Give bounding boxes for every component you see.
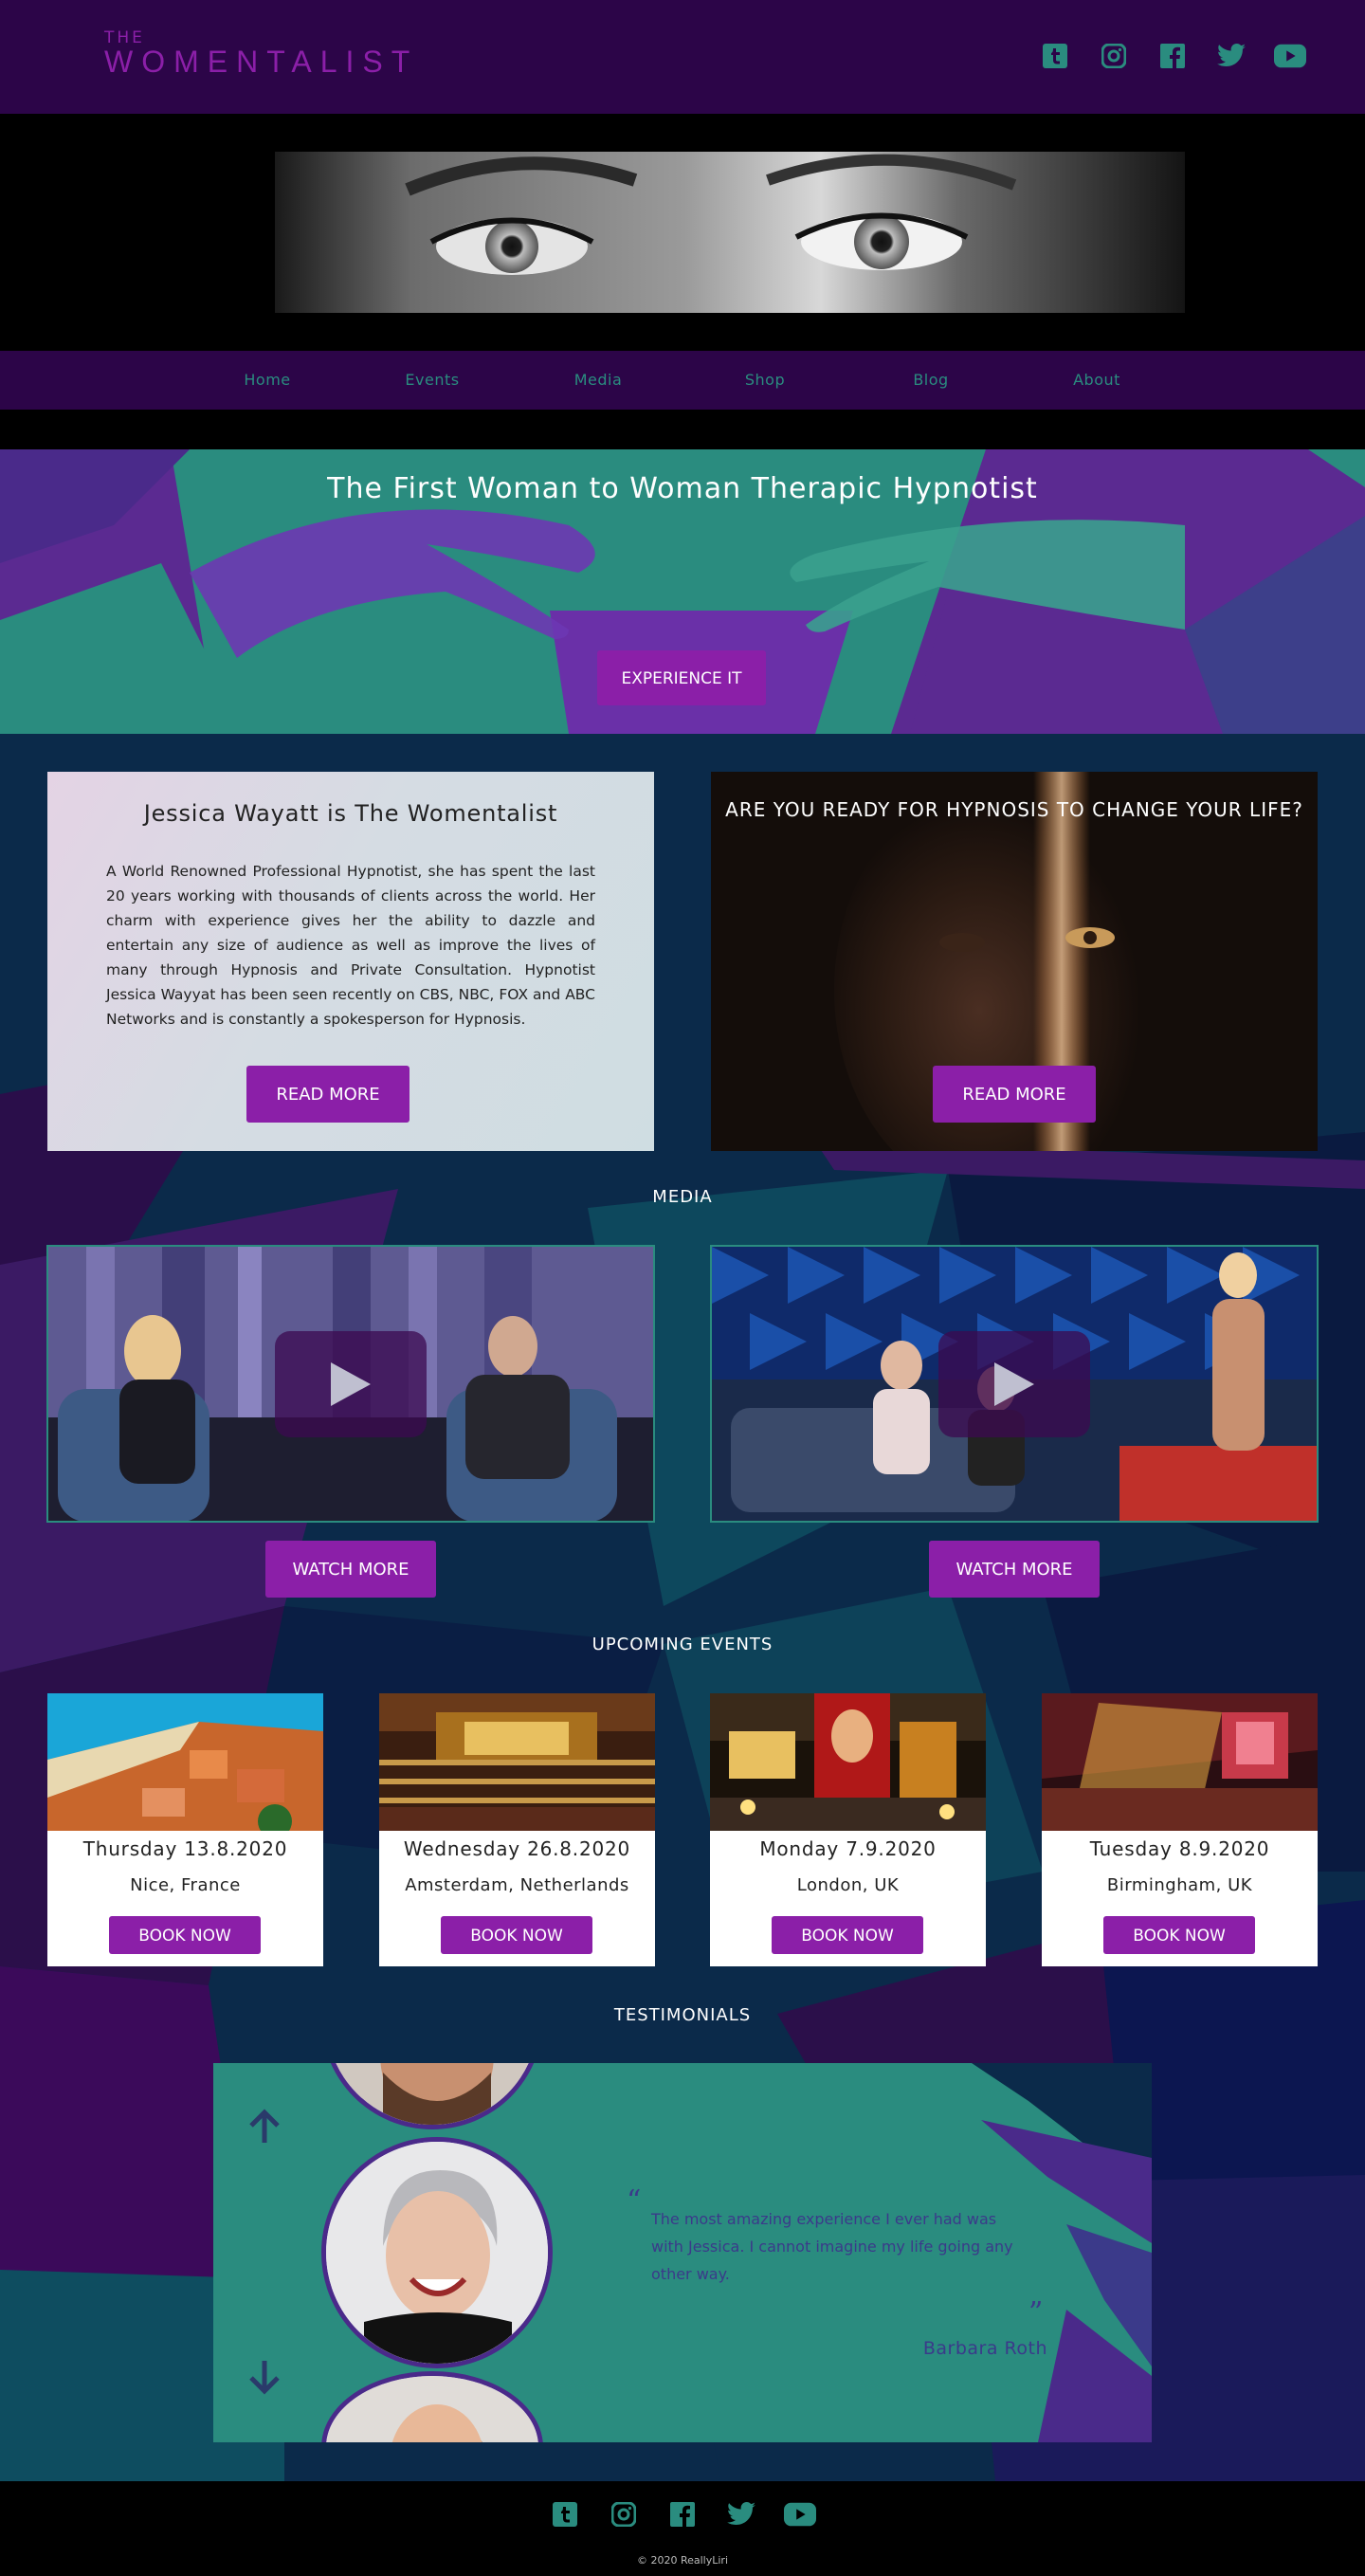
logo-text: WOMENTALIST — [104, 45, 419, 79]
footer-social-links — [549, 2498, 816, 2530]
play-icon — [994, 1361, 1034, 1406]
testimonials-carousel: “ The most amazing experience I ever had… — [213, 2063, 1152, 2442]
tumblr-icon[interactable] — [1039, 40, 1071, 72]
event-photo-nice — [47, 1693, 323, 1831]
nav-blog[interactable]: Blog — [913, 351, 948, 410]
play-icon — [331, 1361, 371, 1406]
main-nav: Home Events Media Shop Blog About — [0, 351, 1365, 410]
facebook-icon[interactable] — [666, 2498, 699, 2530]
event-date: Thursday 13.8.2020 — [82, 1837, 288, 1860]
book-now-button-2[interactable]: BOOK NOW — [441, 1916, 592, 1954]
event-location: London, UK — [796, 1875, 900, 1895]
video-player-2[interactable] — [710, 1245, 1319, 1523]
logo[interactable]: THE WOMENTALIST — [104, 28, 419, 79]
video-player-1[interactable] — [46, 1245, 655, 1523]
event-location: Nice, France — [130, 1875, 241, 1895]
event-card-2: Wednesday 26.8.2020 Amsterdam, Netherlan… — [379, 1693, 655, 1966]
close-quote-mark: ” — [1028, 2296, 1044, 2329]
event-date: Wednesday 26.8.2020 — [403, 1837, 631, 1860]
book-now-button-1[interactable]: BOOK NOW — [109, 1916, 261, 1954]
testimonial-author: Barbara Roth — [922, 2338, 1047, 2359]
open-quote-mark: “ — [627, 2184, 642, 2218]
banner-title: The First Woman to Woman Therapic Hypnot… — [327, 472, 1038, 505]
play-button-2[interactable] — [938, 1330, 1090, 1437]
book-now-button-3[interactable]: BOOK NOW — [772, 1916, 923, 1954]
arrow-up-icon[interactable] — [246, 2109, 283, 2147]
hypnosis-promo-card: ARE YOU READY FOR HYPNOSIS TO CHANGE YOU… — [711, 772, 1318, 1151]
copyright: © 2020 ReallyLiri — [636, 2554, 729, 2567]
site-header: THE WOMENTALIST — [0, 0, 1365, 114]
logo-small-text: THE — [104, 28, 145, 47]
arrow-down-icon[interactable] — [246, 2357, 283, 2395]
experience-it-button[interactable]: EXPERIENCE IT — [597, 650, 766, 705]
about-body: A World Renowned Professional Hypnotist,… — [106, 863, 595, 1028]
about-heading: Jessica Wayatt is The Womentalist — [143, 800, 558, 827]
nav-home[interactable]: Home — [244, 351, 290, 410]
banner: The First Woman to Woman Therapic Hypnot… — [0, 449, 1365, 734]
instagram-icon[interactable] — [1098, 40, 1130, 72]
site-footer: © 2020 ReallyLiri — [0, 2481, 1365, 2576]
event-card-3: Monday 7.9.2020 London, UK BOOK NOW — [710, 1693, 986, 1966]
instagram-icon[interactable] — [608, 2498, 640, 2530]
nav-media[interactable]: Media — [574, 351, 623, 410]
nav-about[interactable]: About — [1073, 351, 1120, 410]
event-location: Amsterdam, Netherlands — [405, 1875, 629, 1895]
testimonials-section-title: TESTIMONIALS — [613, 2005, 752, 2025]
about-read-more-button[interactable]: READ MORE — [246, 1066, 410, 1123]
twitter-icon[interactable] — [1215, 40, 1247, 72]
about-card: Jessica Wayatt is The Womentalist A Worl… — [47, 772, 654, 1151]
testimonial-quote: The most amazing experience I ever had w… — [651, 2210, 1013, 2283]
event-date: Tuesday 8.9.2020 — [1089, 1837, 1270, 1860]
event-photo-london — [710, 1693, 986, 1831]
youtube-icon[interactable] — [1274, 40, 1306, 72]
event-card-4: Tuesday 8.9.2020 Birmingham, UK BOOK NOW — [1042, 1693, 1318, 1966]
nav-events[interactable]: Events — [405, 351, 459, 410]
play-button-1[interactable] — [275, 1330, 427, 1437]
hero-eyes-section — [0, 114, 1365, 351]
event-photo-birmingham — [1042, 1693, 1318, 1831]
promo-heading: ARE YOU READY FOR HYPNOSIS TO CHANGE YOU… — [725, 798, 1303, 821]
header-social-links — [1039, 40, 1306, 72]
book-now-button-4[interactable]: BOOK NOW — [1103, 1916, 1255, 1954]
watch-more-button-2[interactable]: WATCH MORE — [929, 1541, 1100, 1598]
divider — [0, 410, 1365, 449]
media-section-title: MEDIA — [652, 1187, 713, 1207]
youtube-icon[interactable] — [784, 2498, 816, 2530]
event-photo-amsterdam — [379, 1693, 655, 1831]
testimonial-avatar-active[interactable] — [321, 2137, 553, 2368]
nav-shop[interactable]: Shop — [745, 351, 785, 410]
events-section-title: UPCOMING EVENTS — [592, 1635, 774, 1654]
promo-read-more-button[interactable]: READ MORE — [933, 1066, 1096, 1123]
facebook-icon[interactable] — [1156, 40, 1189, 72]
watch-more-button-1[interactable]: WATCH MORE — [265, 1541, 436, 1598]
twitter-icon[interactable] — [725, 2498, 757, 2530]
event-card-1: Thursday 13.8.2020 Nice, France BOOK NOW — [47, 1693, 323, 1966]
event-location: Birmingham, UK — [1106, 1875, 1253, 1895]
hero-eyes-image — [275, 152, 1185, 313]
event-date: Monday 7.9.2020 — [759, 1837, 937, 1860]
tumblr-icon[interactable] — [549, 2498, 581, 2530]
